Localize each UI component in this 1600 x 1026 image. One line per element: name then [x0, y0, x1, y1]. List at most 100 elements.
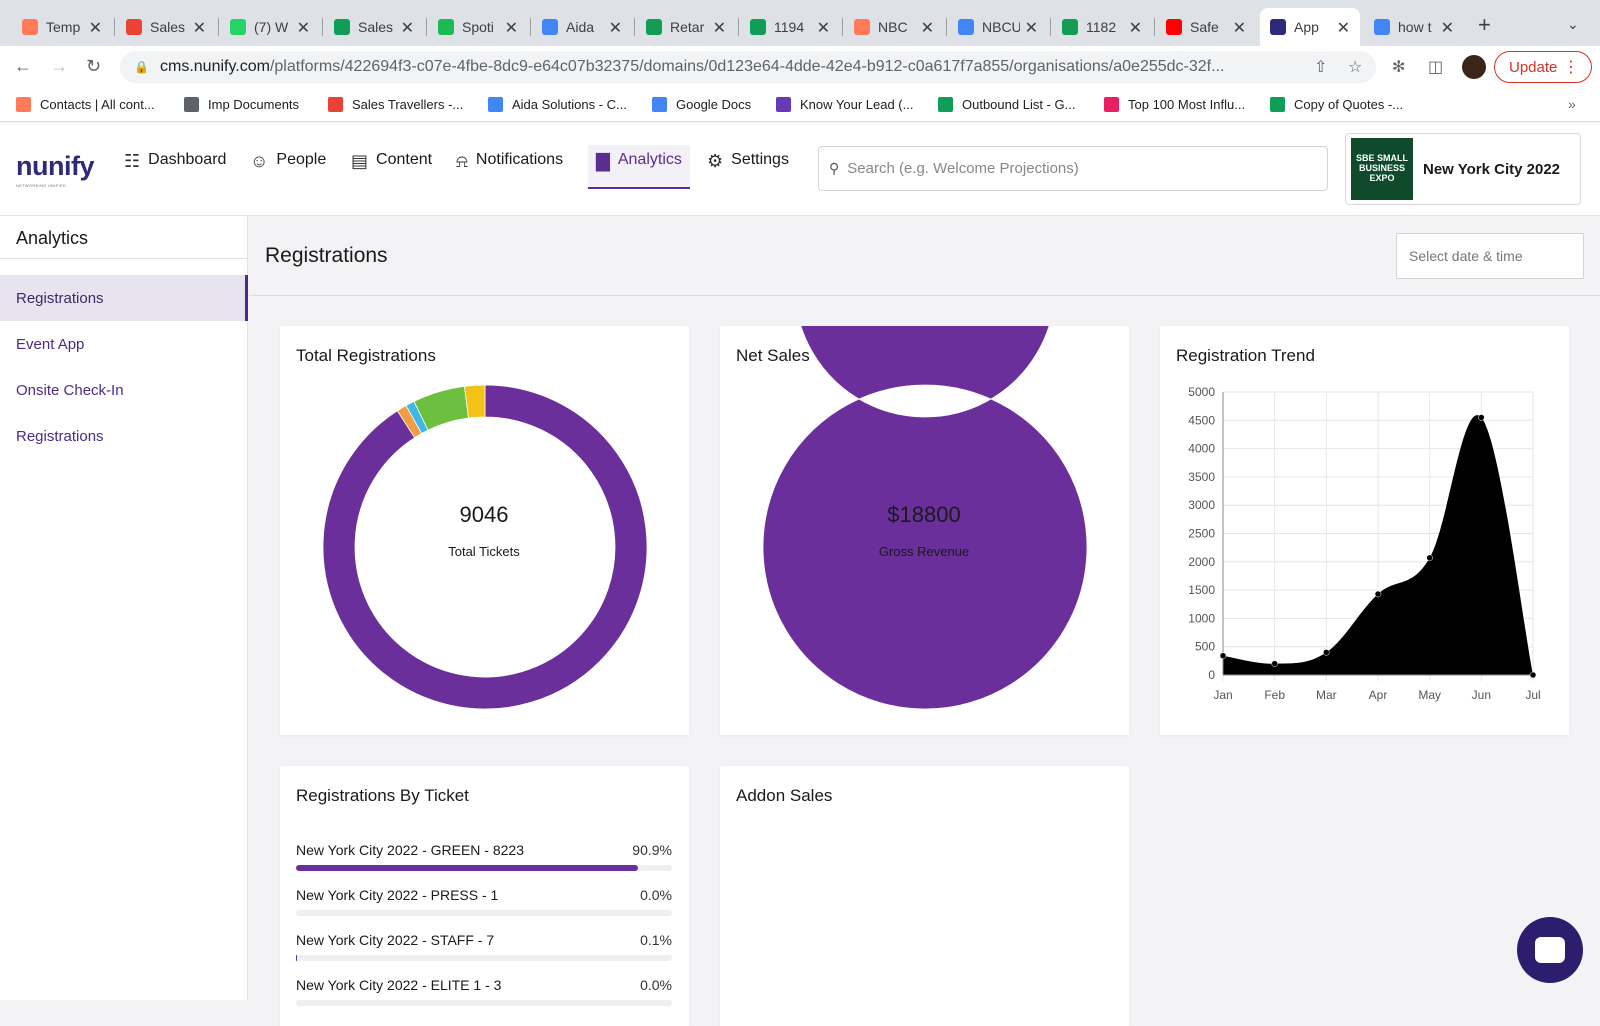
side-panel-icon[interactable]: ◫ — [1428, 57, 1443, 77]
browser-tab[interactable]: Sales✕ — [116, 8, 216, 46]
y-tick-label: 3000 — [1188, 498, 1215, 512]
tab-separator — [426, 18, 427, 36]
tab-title: Temp — [46, 19, 84, 35]
browser-tab[interactable]: App✕ — [1260, 8, 1360, 46]
update-button[interactable]: Update⋮ — [1494, 51, 1592, 83]
total-registrations-card: Total Registrations 9046 Total Tickets — [280, 326, 689, 735]
close-tab-icon[interactable]: ✕ — [921, 18, 934, 38]
close-tab-icon[interactable]: ✕ — [1441, 18, 1454, 38]
sidebar-item-label: Registrations — [16, 290, 104, 307]
browser-tab[interactable]: 1182✕ — [1052, 8, 1152, 46]
grid-icon: ☷ — [124, 151, 140, 172]
nav-analytics[interactable]: ▇Analytics — [588, 145, 690, 189]
browser-tab[interactable]: how t✕ — [1364, 8, 1464, 46]
reload-icon[interactable]: ↻ — [86, 56, 101, 77]
bookmark-label: Outbound List - G... — [962, 97, 1075, 112]
close-tab-icon[interactable]: ✕ — [1337, 18, 1350, 38]
close-tab-icon[interactable]: ✕ — [89, 18, 102, 38]
sidebar-divider — [0, 258, 248, 259]
close-tab-icon[interactable]: ✕ — [297, 18, 310, 38]
total-tickets-caption: Total Tickets — [384, 544, 584, 559]
close-tab-icon[interactable]: ✕ — [817, 18, 830, 38]
browser-tab[interactable]: NBCU✕ — [948, 8, 1048, 46]
trend-point[interactable] — [1220, 653, 1226, 659]
logo-tagline: NETWORKING UNIFIED — [16, 183, 66, 188]
close-tab-icon[interactable]: ✕ — [505, 18, 518, 38]
browser-tab[interactable]: Spoti ✕ — [428, 8, 528, 46]
menu-dots-icon[interactable]: ⋮ — [1563, 57, 1579, 77]
sidebar-item-registrations[interactable]: Registrations — [0, 275, 248, 321]
close-tab-icon[interactable]: ✕ — [401, 18, 414, 38]
ticket-percentage: 90.9% — [632, 842, 672, 858]
browser-tab[interactable]: (7) W✕ — [220, 8, 320, 46]
trend-point[interactable] — [1375, 591, 1381, 597]
app-header: nunify NETWORKING UNIFIED ☷Dashboard ☺Peo… — [0, 123, 1600, 216]
donut-slice-yellow-segment[interactable] — [464, 385, 485, 418]
close-tab-icon[interactable]: ✕ — [1025, 18, 1038, 38]
bookmark-item[interactable]: Contacts | All cont... — [16, 97, 155, 112]
ticket-label: New York City 2022 - ELITE 1 - 3 — [296, 977, 501, 993]
url-host: cms.nunify.com — [160, 58, 270, 76]
browser-tab[interactable]: NBC✕ — [844, 8, 944, 46]
close-tab-icon[interactable]: ✕ — [713, 18, 726, 38]
tab-separator — [322, 18, 323, 36]
bookmark-item[interactable]: Sales Travellers -... — [328, 97, 463, 112]
close-tab-icon[interactable]: ✕ — [193, 18, 206, 38]
forward-icon[interactable]: → — [50, 56, 68, 77]
trend-point[interactable] — [1530, 672, 1536, 678]
ticket-percentage: 0.0% — [640, 977, 672, 993]
profile-avatar[interactable] — [1462, 55, 1486, 79]
bookmark-item[interactable]: Aida Solutions - C... — [488, 97, 627, 112]
bookmark-item[interactable]: Outbound List - G... — [938, 97, 1075, 112]
sidebar-item-onsite-check-in[interactable]: Onsite Check-In — [0, 367, 248, 413]
browser-tab[interactable]: 1194✕ — [740, 8, 840, 46]
gross-revenue-caption: Gross Revenue — [824, 544, 1024, 559]
bookmark-item[interactable]: Top 100 Most Influ... — [1104, 97, 1245, 112]
nunify-logo[interactable]: nunify NETWORKING UNIFIED — [16, 151, 94, 182]
close-tab-icon[interactable]: ✕ — [1129, 18, 1142, 38]
nav-content[interactable]: ▤Content — [351, 151, 432, 217]
x-tick-label: Jun — [1472, 688, 1491, 702]
trend-point[interactable] — [1427, 555, 1433, 561]
nav-settings[interactable]: ⚙Settings — [707, 151, 789, 217]
y-tick-label: 0 — [1208, 668, 1215, 682]
bookmark-item[interactable]: Google Docs — [652, 97, 751, 112]
tab-search-icon[interactable]: ⌄ — [1567, 16, 1579, 33]
sheets-icon — [646, 19, 662, 35]
close-tab-icon[interactable]: ✕ — [1233, 18, 1246, 38]
browser-tab[interactable]: Sales✕ — [324, 8, 424, 46]
tab-title: Spoti — [462, 19, 500, 35]
bookmark-star-icon[interactable]: ☆ — [1348, 57, 1362, 77]
extensions-icon[interactable]: ✻ — [1392, 57, 1405, 77]
browser-tab[interactable]: Aida✕ — [532, 8, 632, 46]
people-icon: ☺ — [250, 151, 268, 172]
back-icon[interactable]: ← — [14, 56, 32, 77]
bookmark-item[interactable]: Know Your Lead (... — [776, 97, 913, 112]
share-icon[interactable]: ⇧ — [1314, 57, 1327, 77]
trend-point[interactable] — [1272, 661, 1278, 667]
bookmark-item[interactable]: Imp Documents — [184, 97, 299, 112]
date-time-picker[interactable]: Select date & time — [1396, 233, 1584, 279]
more-bookmarks-icon[interactable]: » — [1568, 96, 1576, 112]
search-input[interactable]: ⚲ Search (e.g. Welcome Projections) — [818, 146, 1328, 191]
nav-notifications[interactable]: ⍾Notifications — [456, 151, 563, 217]
sidebar-item-registrations-2[interactable]: Registrations — [0, 413, 248, 459]
bookmark-item[interactable]: Copy of Quotes -... — [1270, 97, 1403, 112]
close-tab-icon[interactable]: ✕ — [609, 18, 622, 38]
trend-point[interactable] — [1323, 649, 1329, 655]
chat-bubble-icon — [1535, 937, 1565, 963]
browser-tab[interactable]: Temp ✕ — [12, 8, 112, 46]
gross-revenue-value: $18800 — [824, 502, 1024, 528]
browser-tab[interactable]: Retar✕ — [636, 8, 736, 46]
ticket-row: New York City 2022 - STAFF - 70.1% — [296, 932, 672, 950]
nav-dashboard[interactable]: ☷Dashboard — [124, 151, 226, 217]
browser-tab[interactable]: Safe✕ — [1156, 8, 1256, 46]
event-selector[interactable]: SBE SMALL BUSINESS EXPO New York City 20… — [1345, 133, 1581, 205]
bell-icon: ⍾ — [456, 151, 468, 172]
sidebar-item-event-app[interactable]: Event App — [0, 321, 248, 367]
address-bar[interactable]: 🔒 cms.nunify.com/platforms/422694f3-c07e… — [120, 51, 1376, 83]
chat-widget-button[interactable] — [1517, 917, 1583, 983]
nav-people[interactable]: ☺People — [250, 151, 326, 217]
trend-point[interactable] — [1478, 414, 1484, 420]
new-tab-button[interactable]: + — [1478, 12, 1491, 38]
